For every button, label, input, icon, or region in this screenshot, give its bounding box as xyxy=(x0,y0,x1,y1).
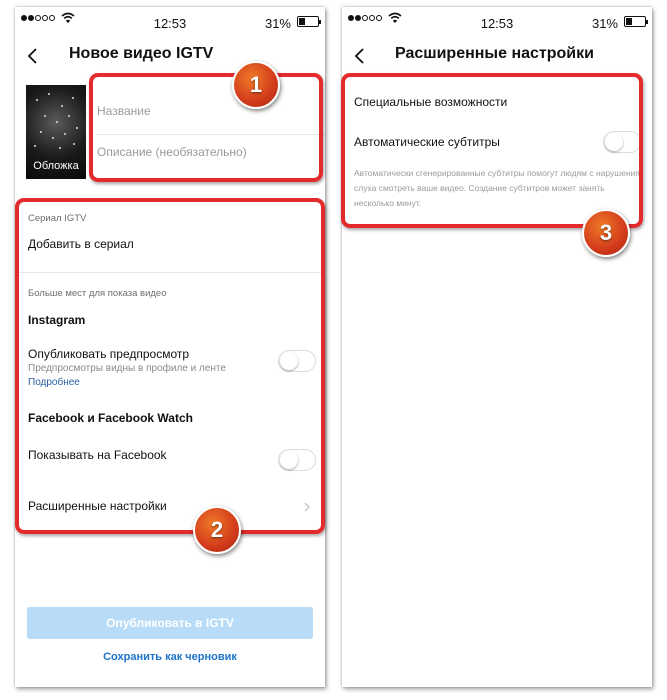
highlight-box-3 xyxy=(341,73,643,228)
status-bar: 12:53 31% xyxy=(342,7,652,35)
status-bar: 12:53 31% xyxy=(15,7,325,35)
page-title: Новое видео IGTV xyxy=(69,45,214,62)
cover-label: Обложка xyxy=(33,160,79,172)
battery-percent: 31% xyxy=(264,16,291,31)
step-badge-3: 3 xyxy=(582,209,630,257)
battery-icon xyxy=(624,16,648,27)
step-badge-2: 2 xyxy=(193,506,241,554)
back-arrow-icon[interactable] xyxy=(25,47,43,65)
battery-icon xyxy=(297,16,321,27)
cover-thumbnail[interactable]: Обложка xyxy=(26,85,86,179)
back-arrow-icon[interactable] xyxy=(352,47,370,65)
save-draft-link[interactable]: Сохранить как черновик xyxy=(15,651,325,663)
highlight-box-2 xyxy=(15,198,325,534)
battery-percent: 31% xyxy=(591,16,618,31)
publish-igtv-button[interactable]: Опубликовать в IGTV xyxy=(27,607,313,639)
page-title: Расширенные настройки xyxy=(395,45,594,62)
step-badge-1: 1 xyxy=(232,61,280,109)
highlight-box-1 xyxy=(89,73,323,182)
